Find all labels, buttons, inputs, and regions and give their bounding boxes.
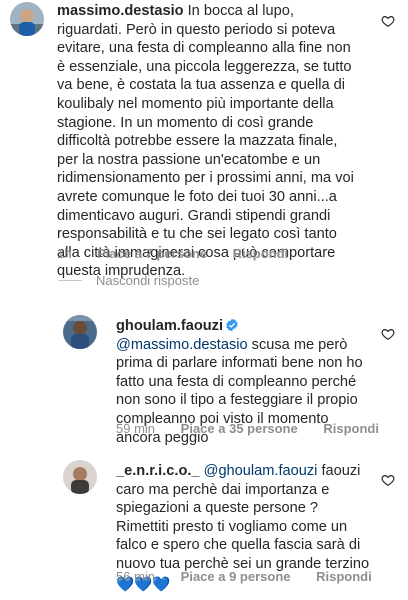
heart-icon[interactable] [381, 473, 395, 487]
username[interactable]: ghoulam.faouzi [116, 318, 223, 334]
heart-icon[interactable] [381, 14, 395, 28]
timestamp: 56 min [116, 569, 156, 584]
reply-button[interactable]: Rispondi [323, 421, 379, 436]
comment-meta: 1h Piace a 7 persone Rispondi [57, 246, 310, 261]
avatar[interactable] [10, 2, 44, 36]
mention-link[interactable]: @ghoulam.faouzi [204, 463, 318, 479]
reply-button[interactable]: Rispondi [316, 569, 372, 584]
timestamp: 1h [57, 246, 72, 261]
heart-icon[interactable] [381, 327, 395, 341]
hide-replies-toggle[interactable]: Nascondi risposte [58, 273, 199, 288]
divider [58, 280, 82, 281]
username[interactable]: massimo.destasio [57, 3, 184, 19]
likes-count[interactable]: Piace a 7 persone [97, 246, 207, 261]
comment-body: massimo.destasio In bocca al lupo, rigua… [57, 2, 362, 281]
likes-count[interactable]: Piace a 35 persone [181, 421, 298, 436]
comment-meta: 56 min Piace a 9 persone Rispondi [116, 569, 394, 584]
comment-text: faouzi caro ma perchè dai importanza e s… [116, 463, 370, 572]
avatar[interactable] [63, 315, 97, 349]
comment-meta: 59 min Piace a 35 persone Rispondi [116, 421, 401, 436]
likes-count[interactable]: Piace a 9 persone [181, 569, 291, 584]
timestamp: 59 min [116, 421, 156, 436]
username[interactable]: _e.n.r.i.c.o._ [116, 463, 200, 479]
hide-replies-label: Nascondi risposte [96, 273, 200, 288]
comment-text: In bocca al lupo, riguardati. Però in qu… [57, 3, 354, 280]
avatar[interactable] [63, 460, 97, 494]
verified-badge-icon [226, 318, 238, 332]
reply-button[interactable]: Rispondi [233, 246, 289, 261]
mention-link[interactable]: @massimo.destasio [116, 337, 248, 353]
